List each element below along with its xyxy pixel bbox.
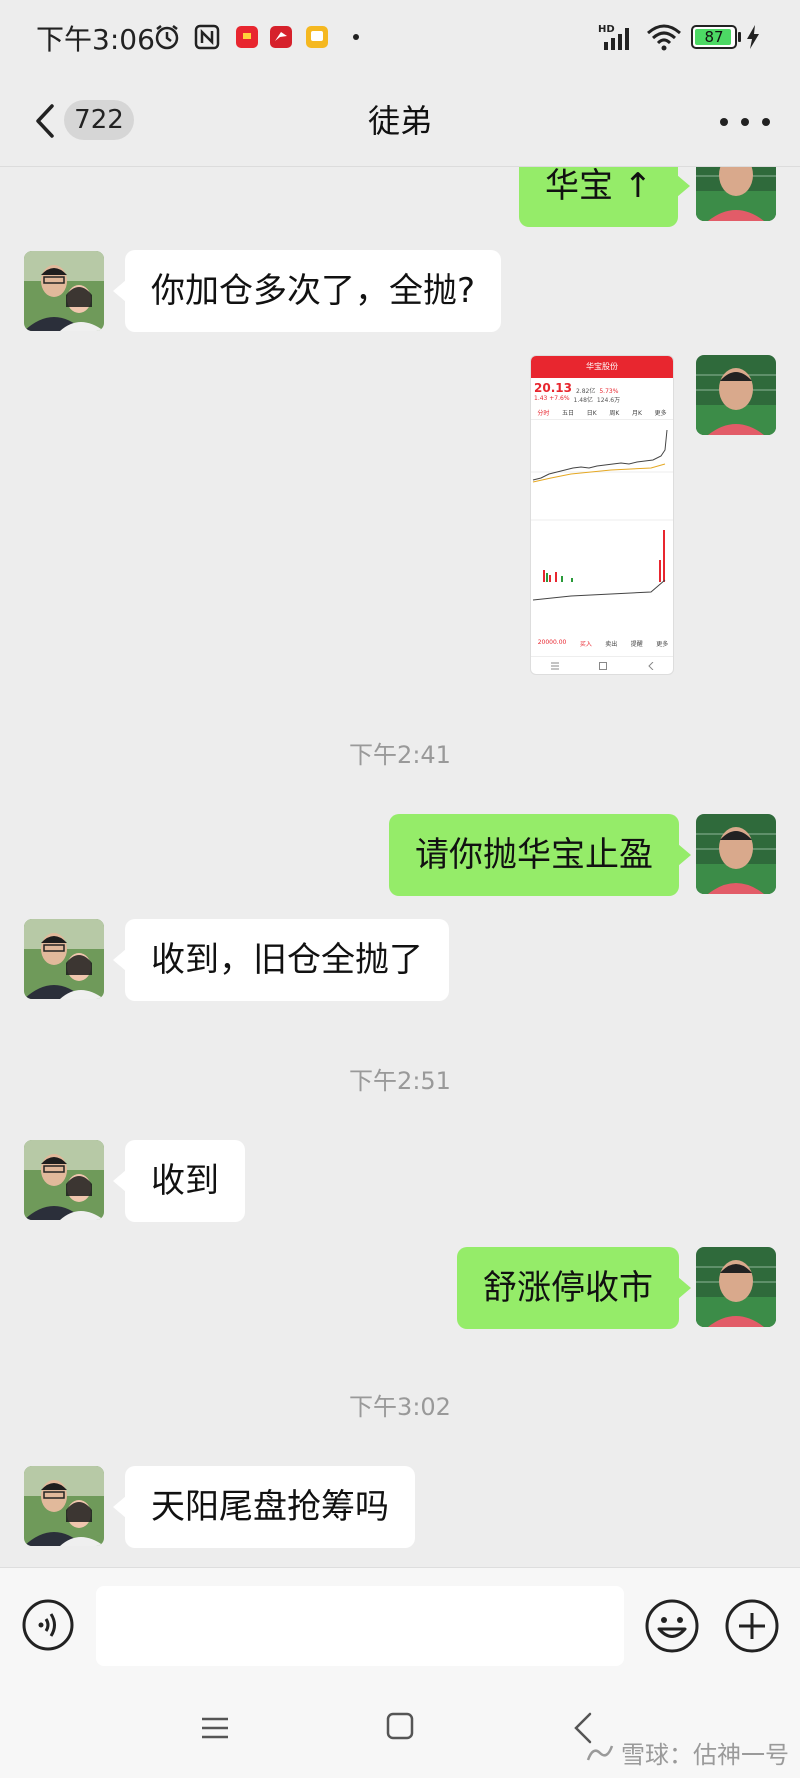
charging-icon xyxy=(744,22,762,52)
notes-icon xyxy=(302,22,332,52)
stock-tab: 更多 xyxy=(654,410,667,417)
back-icon xyxy=(648,661,654,670)
more-dot-icon xyxy=(720,118,728,126)
more-notifications-icon xyxy=(350,22,362,52)
message-input[interactable] xyxy=(96,1586,624,1666)
more-options-button[interactable] xyxy=(720,102,770,142)
battery-icon: 87 xyxy=(690,22,742,52)
menu-icon xyxy=(202,1717,228,1739)
stock-tab: 五日 xyxy=(562,410,575,417)
square-icon xyxy=(386,1712,414,1740)
stock-period-tabs: 分时 五日 日K 周K 月K 更多 xyxy=(531,408,673,420)
chat-header: 722 徒弟 xyxy=(0,76,800,166)
menu-icon xyxy=(551,662,559,669)
message-timestamp: 下午2:41 xyxy=(349,741,451,769)
stock-tab: 分时 xyxy=(537,410,550,417)
stock-tab: 月K xyxy=(632,410,642,417)
self-avatar[interactable] xyxy=(696,814,776,894)
contact-avatar[interactable] xyxy=(24,1140,104,1220)
watermark-text: 雪球：估神一号 xyxy=(621,1741,789,1769)
message-bubble-sent[interactable]: 华宝 ↑ xyxy=(519,167,691,227)
self-avatar[interactable] xyxy=(696,167,776,221)
status-time: 下午3:06 xyxy=(36,23,155,56)
stock-action: 买入 xyxy=(579,641,592,648)
stock-change: 1.43 +7.6% xyxy=(534,395,570,402)
alarm-icon xyxy=(152,22,182,52)
input-bar xyxy=(0,1567,800,1689)
chat-title: 徒弟 xyxy=(367,102,432,140)
self-avatar[interactable] xyxy=(696,1247,776,1327)
contact-avatar[interactable] xyxy=(24,1466,104,1546)
stock-nav-bar xyxy=(531,656,673,674)
recent-apps-button[interactable] xyxy=(200,1713,230,1743)
message-timestamp: 下午2:51 xyxy=(349,1067,451,1095)
voice-icon xyxy=(22,1599,74,1651)
more-dot-icon xyxy=(762,118,770,126)
app-notification-icon xyxy=(266,22,296,52)
home-icon xyxy=(599,661,607,670)
more-dot-icon xyxy=(741,118,749,126)
red-packet-icon xyxy=(232,22,262,52)
stock-stat-3: 1.48亿 xyxy=(573,397,593,404)
more-functions-button[interactable] xyxy=(724,1598,780,1654)
stock-action: 卖出 xyxy=(605,641,618,648)
stock-stat-1: 2.82亿 xyxy=(575,388,596,395)
message-bubble-received[interactable]: 天阳尾盘抢筹吗 xyxy=(113,1466,415,1548)
nfc-icon xyxy=(192,22,222,52)
contact-avatar[interactable] xyxy=(24,251,104,331)
status-bar: 下午3:06 HD 87 xyxy=(0,0,800,76)
message-bubble-received[interactable]: 你加仓多次了，全抛? xyxy=(112,250,502,332)
xueqiu-logo-icon xyxy=(586,1745,614,1760)
emoji-icon xyxy=(645,1599,699,1653)
battery-level: 87 xyxy=(704,28,724,46)
watermark: 雪球：估神一号 xyxy=(585,1735,789,1770)
network-type-label: HD xyxy=(598,24,615,35)
voice-input-button[interactable] xyxy=(21,1598,75,1652)
emoji-button[interactable] xyxy=(644,1598,700,1654)
stock-tab: 周K xyxy=(609,410,620,417)
stock-stat-4: 124.6万 xyxy=(596,397,621,404)
self-avatar[interactable] xyxy=(696,355,776,435)
message-bubble-sent[interactable]: 请你抛华宝止盈 xyxy=(389,814,691,896)
stock-price: 20.13 xyxy=(534,381,572,395)
signal-icon: HD xyxy=(598,22,638,52)
stock-action-bar: 20000.00 买入 卖出 提醒 更多 xyxy=(531,639,673,648)
stock-action: 提醒 xyxy=(630,641,643,648)
wifi-icon xyxy=(644,22,684,52)
stock-intraday-chart xyxy=(531,429,673,601)
stock-action: 更多 xyxy=(656,641,669,648)
stock-action: 20000.00 xyxy=(537,639,567,646)
message-timestamp: 下午3:02 xyxy=(349,1393,451,1421)
stock-stat-2: 5.73% xyxy=(599,388,619,395)
message-bubble-sent[interactable]: 舒涨停收市 xyxy=(457,1247,691,1329)
message-bubble-received[interactable]: 收到 xyxy=(113,1140,245,1222)
message-list[interactable]: 华宝 ↑ 你加仓多次了，全抛? 华宝股份 20.13 2.82亿 5.73% 1… xyxy=(0,167,800,1567)
contact-avatar[interactable] xyxy=(24,919,104,999)
home-button[interactable] xyxy=(385,1711,415,1741)
plus-icon xyxy=(725,1599,779,1653)
message-bubble-received[interactable]: 收到，旧仓全抛了 xyxy=(113,919,449,1001)
stock-screenshot-image[interactable]: 华宝股份 20.13 2.82亿 5.73% 1.43 +7.6% 1.48亿 … xyxy=(530,355,674,675)
stock-app-title: 华宝股份 xyxy=(531,356,673,378)
stock-tab: 日K xyxy=(586,410,597,417)
system-navigation-bar: 雪球：估神一号 xyxy=(0,1689,800,1778)
